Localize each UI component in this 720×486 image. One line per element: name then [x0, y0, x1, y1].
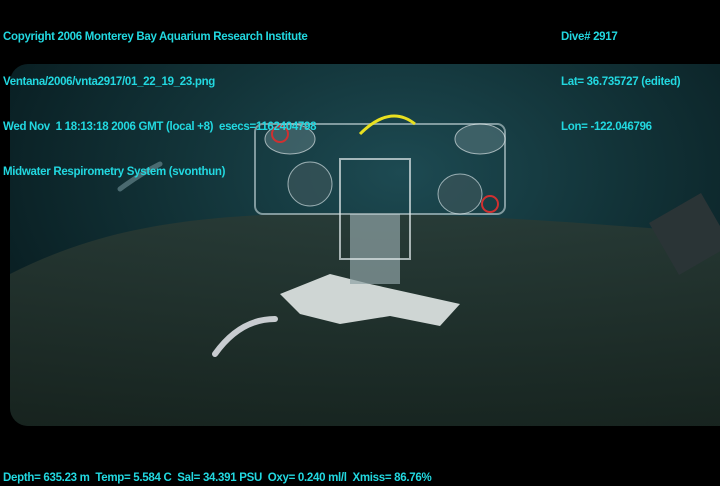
timestamp-text: Wed Nov 1 18:13:18 2006 GMT (local +8) e…	[3, 121, 317, 133]
latitude: Lat= 36.735727 (edited)	[561, 76, 681, 88]
header-right: Dive# 2917 Lat= 36.735727 (edited) Lon= …	[561, 0, 681, 150]
dive-number: Dive# 2917	[561, 31, 618, 43]
system-text: Midwater Respirometry System (svonthun)	[3, 166, 226, 178]
copyright-text: Copyright 2006 Monterey Bay Aquarium Res…	[3, 31, 308, 43]
filename-text: Ventana/2006/vnta2917/01_22_19_23.png	[3, 76, 216, 88]
header-left: Copyright 2006 Monterey Bay Aquarium Res…	[3, 0, 317, 195]
sensor-readout: Depth= 635.23 m Temp= 5.584 C Sal= 34.39…	[3, 472, 432, 484]
longitude: Lon= -122.046796	[561, 121, 652, 133]
